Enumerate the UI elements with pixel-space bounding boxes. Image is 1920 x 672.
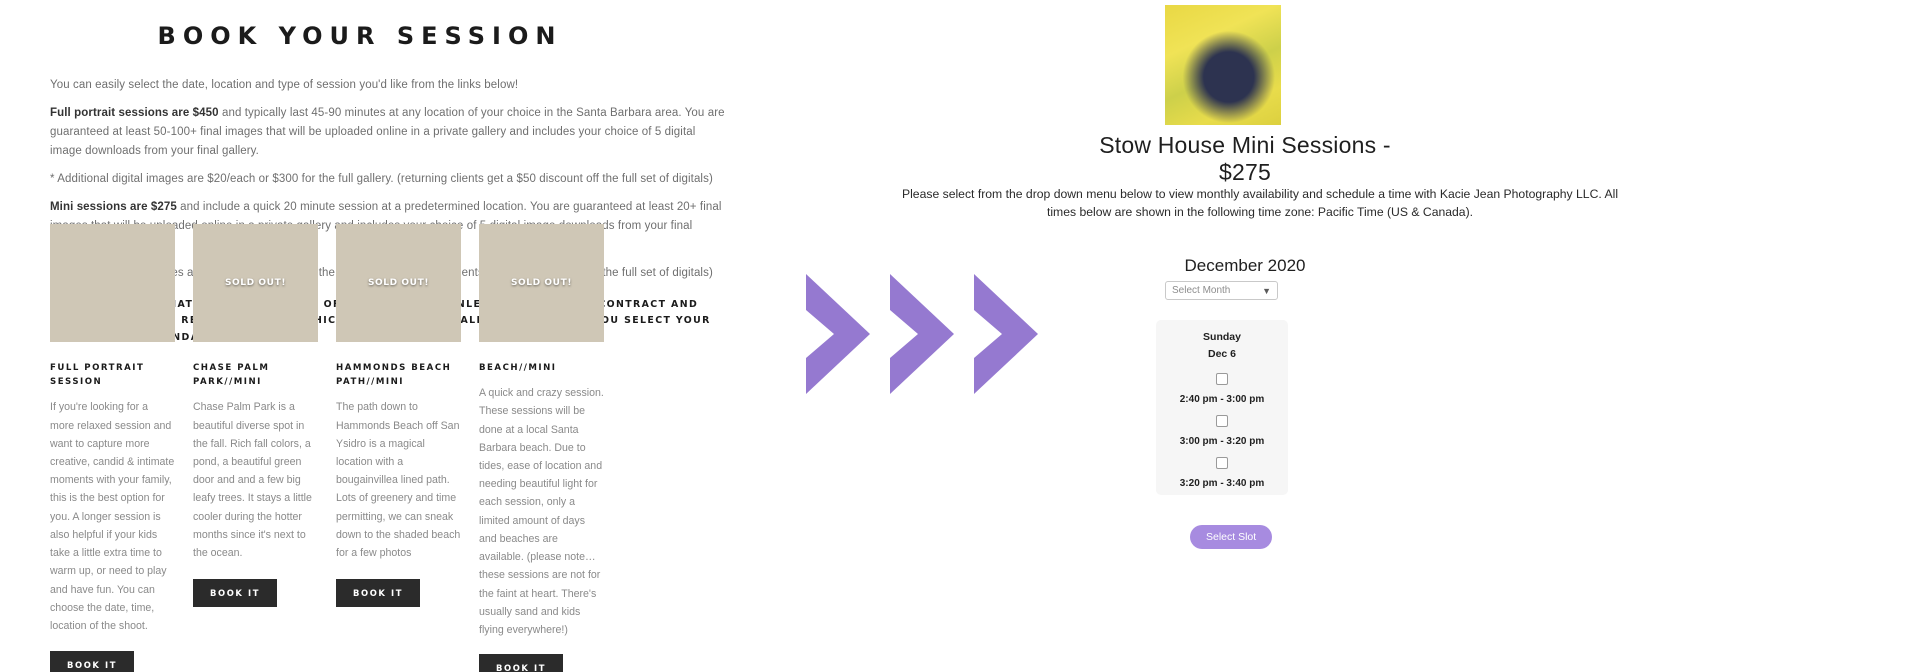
sold-out-badge: SOLD OUT! — [510, 278, 573, 288]
chevron-down-icon: ▼ — [1262, 285, 1271, 296]
session-card-beach-mini: SOLD OUT! BEACH//MINI A quick and crazy … — [479, 224, 604, 672]
select-slot-button[interactable]: Select Slot — [1190, 525, 1273, 549]
session-card-chase-palm-park: SOLD OUT! CHASE PALM PARK//MINI Chase Pa… — [193, 224, 318, 672]
chevron-right-icon — [890, 274, 954, 394]
sold-out-badge: SOLD OUT! — [367, 278, 430, 288]
scheduler-subtitle: Please select from the drop down menu be… — [901, 187, 1619, 220]
session-card-image: SOLD OUT! — [336, 224, 461, 342]
time-slot-row: 2:40 pm - 3:00 pm — [1156, 372, 1288, 405]
book-it-button[interactable]: BOOK IT — [336, 579, 421, 608]
time-slot-checkbox[interactable] — [1216, 457, 1228, 469]
session-card-full-portrait: FULL PORTRAIT SESSION If you're looking … — [50, 224, 175, 672]
intro-paragraph: You can easily select the date, location… — [50, 76, 730, 95]
book-it-button[interactable]: BOOK IT — [479, 654, 564, 672]
session-card-image: SOLD OUT! — [193, 224, 318, 342]
transition-arrows — [800, 270, 1050, 398]
book-it-button[interactable]: BOOK IT — [50, 651, 135, 672]
session-card-description: The path down to Hammonds Beach off San … — [336, 401, 461, 560]
session-card-title: CHASE PALM PARK//MINI — [193, 363, 270, 388]
session-card-title: BEACH//MINI — [479, 363, 557, 373]
full-portrait-addon-paragraph: * Additional digital images are $20/each… — [50, 170, 730, 189]
time-slot-checkbox[interactable] — [1216, 373, 1228, 385]
chevron-right-icon — [974, 274, 1038, 394]
page-title: BOOK YOUR SESSION — [157, 22, 563, 50]
hero-photo — [1165, 5, 1281, 125]
month-select-value: Select Month — [1172, 285, 1231, 296]
sold-out-badge: SOLD OUT! — [224, 278, 287, 288]
chevron-right-icon — [806, 274, 870, 394]
full-portrait-price: Full portrait sessions are $450 — [50, 106, 219, 119]
time-slot-row: 3:20 pm - 3:40 pm — [1156, 456, 1288, 489]
session-card-title: HAMMONDS BEACH PATH//MINI — [336, 363, 452, 388]
time-slot-label: 3:20 pm - 3:40 pm — [1179, 478, 1265, 489]
time-slots-panel: Sunday Dec 6 2:40 pm - 3:00 pm 3:00 pm -… — [1156, 320, 1288, 495]
scheduler-title: Stow House Mini Sessions - $275 — [1099, 132, 1391, 185]
time-slot-row: 3:00 pm - 3:20 pm — [1156, 414, 1288, 447]
session-card-image: SOLD OUT! — [479, 224, 604, 342]
session-cards-row: FULL PORTRAIT SESSION If you're looking … — [50, 224, 730, 672]
page-root: BOOK YOUR SESSION You can easily select … — [0, 0, 1920, 672]
session-card-description: A quick and crazy session. These session… — [479, 387, 604, 637]
left-booking-page-panel: BOOK YOUR SESSION You can easily select … — [0, 0, 780, 672]
full-portrait-paragraph: Full portrait sessions are $450 and typi… — [50, 104, 730, 161]
session-card-image — [50, 224, 175, 342]
time-slot-label: 2:40 pm - 3:00 pm — [1179, 394, 1265, 405]
slot-date: Dec 6 — [1207, 348, 1237, 360]
slot-day-name: Sunday — [1203, 331, 1241, 343]
paragraph-text: * Additional digital images are $20/each… — [50, 172, 713, 185]
paragraph-text: You can easily select the date, location… — [50, 79, 519, 91]
time-slot-label: 3:00 pm - 3:20 pm — [1179, 436, 1265, 447]
session-card-hammonds-beach-path: SOLD OUT! HAMMONDS BEACH PATH//MINI The … — [336, 224, 461, 672]
session-card-description: Chase Palm Park is a beautiful diverse s… — [193, 401, 312, 560]
mini-session-price: Mini sessions are $275 — [50, 200, 177, 213]
current-month-label: December 2020 — [1184, 256, 1306, 275]
session-card-title: FULL PORTRAIT SESSION — [50, 363, 145, 388]
right-scheduler-panel: Stow House Mini Sessions - $275 Please s… — [902, 0, 1920, 672]
book-it-button[interactable]: BOOK IT — [193, 579, 278, 608]
session-card-description: If you're looking for a more relaxed ses… — [50, 401, 175, 632]
time-slot-checkbox[interactable] — [1216, 415, 1228, 427]
month-select-dropdown[interactable]: Select Month ▼ — [1165, 281, 1278, 300]
